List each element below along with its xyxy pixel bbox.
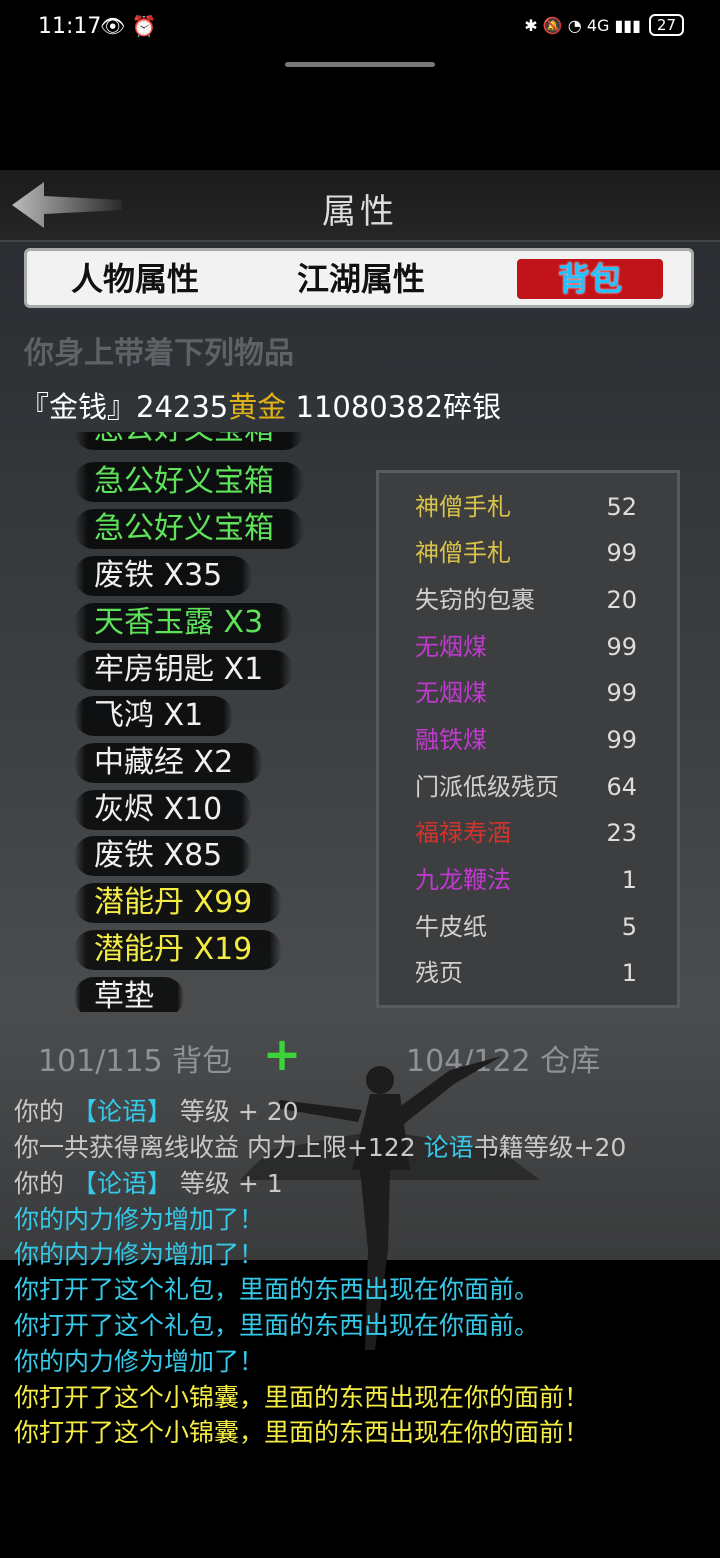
panel-item-name: 融铁煤 bbox=[415, 726, 487, 754]
panel-item[interactable]: 神僧手札 52 bbox=[415, 487, 665, 527]
tab-bar: 人物属性 江湖属性 背包 bbox=[24, 248, 694, 308]
panel-item[interactable]: 失窃的包裹 20 bbox=[415, 580, 665, 620]
log-line: 你一共获得离线收益 内力上限+122 论语书籍等级+20 bbox=[14, 1128, 626, 1164]
panel-item-name: 神僧手札 bbox=[415, 539, 511, 567]
panel-item-name: 门派低级残页 bbox=[415, 773, 559, 801]
panel-item[interactable]: 牛皮纸 5 bbox=[415, 907, 665, 947]
panel-item[interactable]: 神僧手札 99 bbox=[415, 533, 665, 573]
status-time: 11:17 bbox=[38, 14, 102, 39]
log-line: 你的 【论语】 等级 + 20 bbox=[14, 1092, 299, 1128]
list-item[interactable]: 飞鸿 X1 bbox=[74, 696, 234, 736]
tab-backpack[interactable]: 背包 bbox=[517, 259, 663, 299]
list-item[interactable]: 潜能丹 X99 bbox=[74, 883, 283, 923]
panel-item-count: 64 bbox=[606, 773, 637, 801]
panel-item-name: 九龙鞭法 bbox=[415, 866, 511, 894]
status-bar: 11:17 👁 ⏰ ✱ 🔕 ◔ 4G ▮▮▮ 27 bbox=[0, 0, 720, 60]
inventory-list: 急公好义宝箱 急公好义宝箱 急公好义宝箱 废铁 X35 天香玉露 X3 牢房钥匙… bbox=[0, 432, 360, 1012]
list-item[interactable]: 急公好义宝箱 bbox=[74, 432, 304, 450]
log-text: 等级 + 1 bbox=[171, 1169, 283, 1198]
list-item[interactable]: 急公好义宝箱 bbox=[74, 509, 304, 549]
panel-item[interactable]: 融铁煤 99 bbox=[415, 720, 665, 760]
log-line: 你的内力修为增加了！ bbox=[14, 1240, 265, 1269]
panel-item[interactable]: 无烟煤 99 bbox=[415, 627, 665, 667]
log-line: 你打开了这个小锦囊，里面的东西出现在你的面前！ bbox=[14, 1383, 590, 1412]
panel-item-name: 残页 bbox=[415, 959, 463, 987]
panel-item-count: 52 bbox=[606, 493, 637, 521]
list-item[interactable]: 废铁 X85 bbox=[74, 836, 253, 876]
panel-item-count: 99 bbox=[606, 679, 637, 707]
money-suffix: 11080382碎银 bbox=[286, 390, 502, 424]
signal-icons: ✱ 🔕 ◔ 4G ▮▮▮ bbox=[524, 15, 641, 35]
list-item[interactable]: 牢房钥匙 X1 bbox=[74, 650, 294, 690]
money-gold-word: 黄金 bbox=[228, 390, 287, 424]
panel-item-name: 福禄寿酒 bbox=[415, 819, 511, 847]
log-line: 你打开了这个礼包，里面的东西出现在你面前。 bbox=[14, 1275, 540, 1304]
log-text: 等级 + 20 bbox=[171, 1097, 299, 1126]
panel-item-count: 5 bbox=[621, 913, 637, 941]
panel-item[interactable]: 门派低级残页 64 bbox=[415, 767, 665, 807]
log-line: 你打开了这个小锦囊，里面的东西出现在你的面前！ bbox=[14, 1418, 590, 1447]
panel-item[interactable]: 九龙鞭法 1 bbox=[415, 860, 665, 900]
panel-item-name: 无烟煤 bbox=[415, 679, 487, 707]
message-log: 你的 【论语】 等级 + 20 你一共获得离线收益 内力上限+122 论语书籍等… bbox=[0, 1088, 720, 1558]
log-text: 你的 bbox=[14, 1097, 72, 1126]
panel-item-name: 神僧手札 bbox=[415, 493, 511, 521]
panel-item-count: 20 bbox=[606, 586, 637, 614]
status-left-icons: 👁 ⏰ bbox=[100, 14, 157, 38]
panel-item[interactable]: 无烟煤 99 bbox=[415, 673, 665, 713]
header-bar: 属性 bbox=[0, 170, 720, 242]
list-item[interactable]: 灰烬 X10 bbox=[74, 790, 253, 830]
tab-character-attributes[interactable]: 人物属性 bbox=[71, 259, 199, 299]
panel-item-count: 99 bbox=[606, 539, 637, 567]
quick-items-panel: 神僧手札 52 神僧手札 99 失窃的包裹 20 无烟煤 99 无烟煤 99 融铁煤 99 … bbox=[376, 470, 680, 1008]
log-highlight: 【论语】 bbox=[71, 1169, 172, 1198]
list-item[interactable]: 草垫 bbox=[74, 977, 184, 1012]
panel-item-name: 失窃的包裹 bbox=[415, 586, 535, 614]
panel-item-count: 99 bbox=[606, 726, 637, 754]
panel-item-count: 23 bbox=[606, 819, 637, 847]
log-line: 你的 【论语】 等级 + 1 bbox=[14, 1164, 283, 1200]
list-item[interactable]: 中藏经 X2 bbox=[74, 743, 264, 783]
inventory-subtitle: 你身上带着下列物品 bbox=[24, 336, 294, 371]
list-item[interactable]: 天香玉露 X3 bbox=[74, 603, 294, 643]
notch-handle bbox=[285, 62, 435, 67]
panel-item-name: 牛皮纸 bbox=[415, 913, 487, 941]
money-prefix: 『金钱』24235 bbox=[20, 390, 229, 424]
panel-item-count: 99 bbox=[606, 633, 637, 661]
panel-item-count: 1 bbox=[621, 866, 637, 894]
log-text: 你的 bbox=[14, 1169, 72, 1198]
list-item[interactable]: 潜能丹 X19 bbox=[74, 930, 283, 970]
list-item[interactable]: 急公好义宝箱 bbox=[74, 462, 304, 502]
log-line: 你打开了这个礼包，里面的东西出现在你面前。 bbox=[14, 1311, 540, 1340]
panel-item[interactable]: 残页 1 bbox=[415, 953, 665, 993]
game-screen: 属性 人物属性 江湖属性 背包 你身上带着下列物品 『金钱』24235黄金 11… bbox=[0, 170, 720, 1554]
list-item[interactable]: 废铁 X35 bbox=[74, 556, 253, 596]
tab-jianghu-attributes[interactable]: 江湖属性 bbox=[297, 259, 425, 299]
log-highlight: 【论语】 bbox=[71, 1097, 172, 1126]
log-text: 书籍等级+20 bbox=[473, 1133, 627, 1162]
bag-capacity: 101/115 背包 bbox=[38, 1044, 233, 1079]
battery-icon: 27 bbox=[648, 14, 684, 36]
log-line: 你的内力修为增加了！ bbox=[14, 1205, 265, 1234]
page-title: 属性 bbox=[322, 192, 398, 232]
log-text: 你一共获得离线收益 内力上限+122 bbox=[14, 1133, 424, 1162]
log-highlight: 论语 bbox=[423, 1133, 474, 1162]
panel-item-count: 1 bbox=[621, 959, 637, 987]
log-line: 你的内力修为增加了！ bbox=[14, 1347, 265, 1376]
panel-item[interactable]: 福禄寿酒 23 bbox=[415, 813, 665, 853]
status-right-icons: ✱ 🔕 ◔ 4G ▮▮▮ 27 bbox=[524, 14, 684, 36]
panel-item-name: 无烟煤 bbox=[415, 633, 487, 661]
money-display: 『金钱』24235黄金 11080382碎银 bbox=[20, 384, 501, 426]
